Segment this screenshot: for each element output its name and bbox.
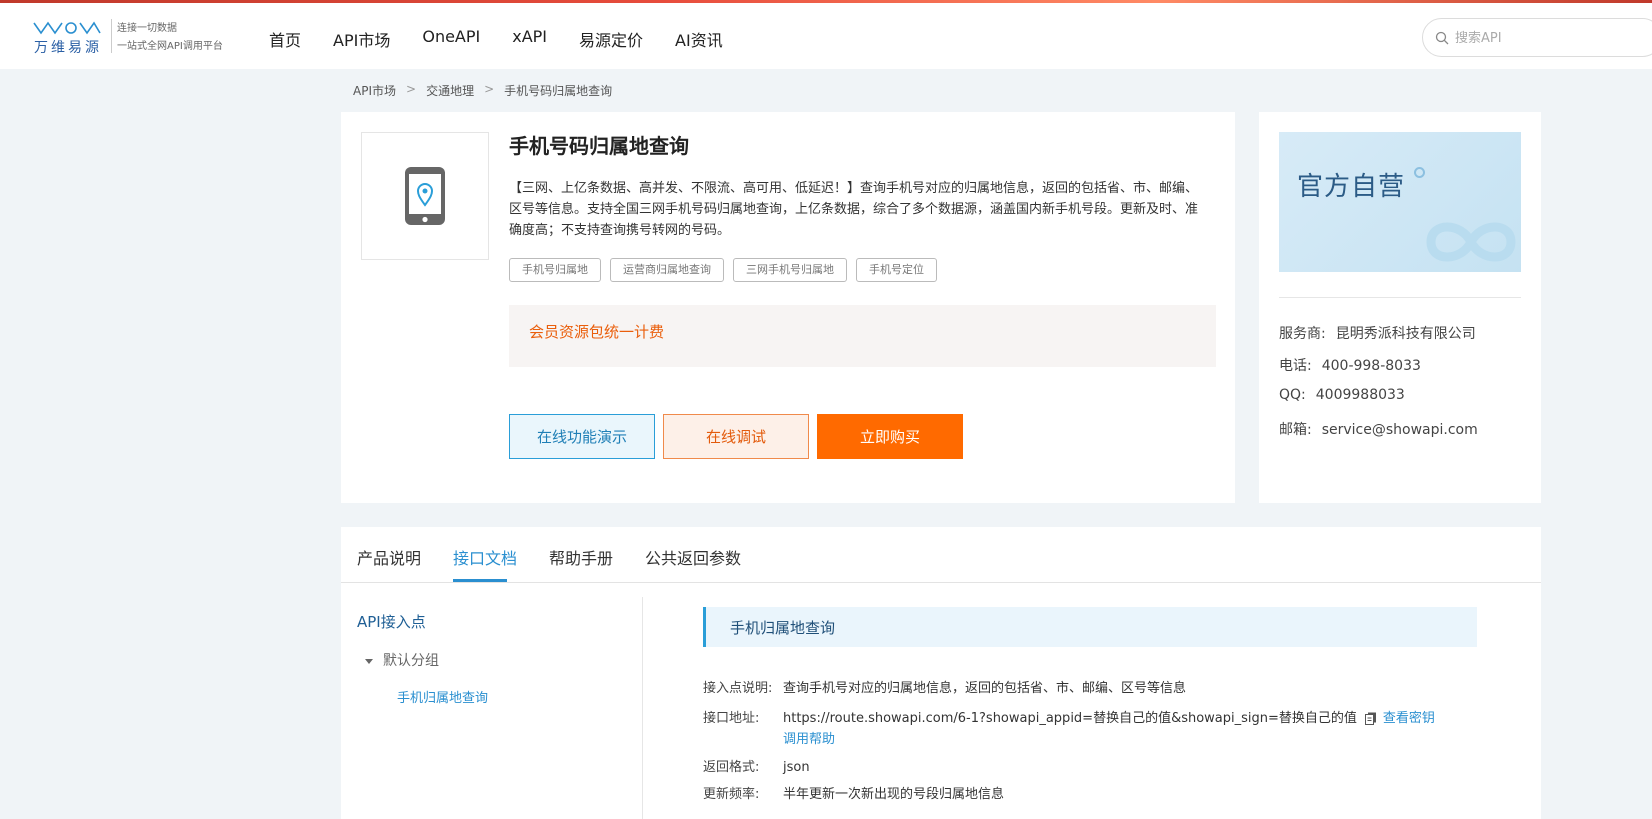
active-tab-indicator xyxy=(453,579,507,582)
breadcrumb-current: 手机号码归属地查询 xyxy=(504,84,613,98)
endpoint-desc-row: 接入点说明: 查询手机号对应的归属地信息，返回的包括省、市、邮编、区号等信息 xyxy=(703,677,1186,696)
product-image xyxy=(361,132,489,260)
logo-tagline-1: 连接一切数据 xyxy=(117,23,177,34)
product-tags: 手机号归属地 运营商归属地查询 三网手机号归属地 手机号定位 xyxy=(509,258,937,282)
update-frequency: 半年更新一次新出现的号段归属地信息 xyxy=(783,787,1005,802)
logo-divider xyxy=(111,19,112,53)
default-group-toggle[interactable]: 默认分组 xyxy=(365,650,439,670)
logo-tagline-2: 一站式全网API调用平台 xyxy=(117,41,223,52)
row-label: 返回格式: xyxy=(703,760,760,775)
info-label: 电话: xyxy=(1279,358,1312,374)
row-label: 接口地址: xyxy=(703,711,760,726)
provider-email-row: 邮箱: service@showapi.com xyxy=(1279,419,1478,439)
provider-name-row: 服务商: 昆明秀派科技有限公司 xyxy=(1279,323,1476,343)
product-title: 手机号码归属地查询 xyxy=(509,134,689,158)
nav-home[interactable]: 首页 xyxy=(269,27,301,51)
info-label: 邮箱: xyxy=(1279,422,1312,438)
buy-now-button[interactable]: 立即购买 xyxy=(817,414,963,459)
provider-qq: 4009988033 xyxy=(1315,387,1405,403)
return-format-row: 返回格式: json xyxy=(703,756,810,775)
breadcrumb: API市场 > 交通地理 > 手机号码归属地查询 xyxy=(353,82,612,99)
main-nav: 首页 API市场 OneAPI xAPI 易源定价 AI资讯 xyxy=(269,27,723,51)
site-logo[interactable]: 万维易源 连接一切数据 一站式全网API调用平台 xyxy=(32,17,232,57)
doc-tabs: 产品说明 接口文档 帮助手册 公共返回参数 xyxy=(341,527,1541,583)
info-label: 服务商: xyxy=(1279,326,1326,342)
tab-help-manual[interactable]: 帮助手册 xyxy=(549,545,613,569)
nav-oneapi[interactable]: OneAPI xyxy=(422,27,480,51)
online-demo-button[interactable]: 在线功能演示 xyxy=(509,414,655,459)
copy-icon[interactable] xyxy=(1364,712,1377,725)
call-help-link[interactable]: 调用帮助 xyxy=(783,732,835,747)
endpoint-title: 手机归属地查询 xyxy=(730,619,836,637)
banner-dot xyxy=(1414,167,1425,178)
banner-text: 官方自营 xyxy=(1297,172,1406,202)
tab-product-intro[interactable]: 产品说明 xyxy=(357,545,421,569)
breadcrumb-separator: > xyxy=(406,82,417,96)
documentation-card: 产品说明 接口文档 帮助手册 公共返回参数 API接入点 默认分组 手机归属地查… xyxy=(341,527,1541,819)
tab-common-return-params[interactable]: 公共返回参数 xyxy=(645,545,741,569)
provider-phone-row: 电话: 400-998-8033 xyxy=(1279,355,1421,375)
breadcrumb-category[interactable]: 交通地理 xyxy=(426,82,474,99)
divider xyxy=(1279,297,1521,298)
caret-down-icon xyxy=(365,658,373,664)
view-key-link[interactable]: 查看密钥 xyxy=(1383,711,1435,726)
endpoint-url: https://route.showapi.com/6-1?showapi_ap… xyxy=(783,711,1357,726)
logo-name: 万维易源 xyxy=(34,40,102,56)
search-icon[interactable] xyxy=(1435,31,1449,45)
nav-ai-news[interactable]: AI资讯 xyxy=(675,27,723,51)
api-endpoints-title: API接入点 xyxy=(357,613,426,631)
group-label: 默认分组 xyxy=(383,653,439,669)
info-label: QQ: xyxy=(1279,387,1306,403)
provider-email: service@showapi.com xyxy=(1321,422,1478,438)
update-frequency-row: 更新频率: 半年更新一次新出现的号段归属地信息 xyxy=(703,783,1004,802)
online-debug-button[interactable]: 在线调试 xyxy=(663,414,809,459)
row-label: 更新频率: xyxy=(703,787,760,802)
tab-api-docs[interactable]: 接口文档 xyxy=(453,545,517,569)
doc-divider xyxy=(642,597,643,819)
endpoint-header: 手机归属地查询 xyxy=(703,607,1477,647)
search-input[interactable] xyxy=(1455,27,1645,49)
tag[interactable]: 三网手机号归属地 xyxy=(733,258,847,282)
return-format: json xyxy=(783,760,810,775)
provider-phone: 400-998-8033 xyxy=(1321,358,1421,374)
site-header: 万维易源 连接一切数据 一站式全网API调用平台 首页 API市场 OneAPI… xyxy=(0,3,1652,69)
provider-qq-row: QQ: 4009988033 xyxy=(1279,387,1405,403)
product-card: 手机号码归属地查询 【三网、上亿条数据、高并发、不限流、高可用、低延迟！】查询手… xyxy=(341,112,1235,503)
nav-api-market[interactable]: API市场 xyxy=(333,27,390,51)
call-help-row: 调用帮助 xyxy=(783,728,835,747)
official-banner: 官方自营 xyxy=(1279,132,1521,272)
logo-wave-icon xyxy=(33,21,101,35)
tag[interactable]: 手机号定位 xyxy=(856,258,937,282)
pricing-box: 会员资源包统一计费 xyxy=(509,305,1216,367)
nav-xapi[interactable]: xAPI xyxy=(512,27,547,51)
provider-card: 官方自营 服务商: 昆明秀派科技有限公司 电话: 400-998-8033 QQ: 4… xyxy=(1259,112,1541,503)
endpoint-description: 查询手机号对应的归属地信息，返回的包括省、市、邮编、区号等信息 xyxy=(783,681,1187,696)
infinity-icon xyxy=(1426,222,1516,262)
breadcrumb-separator: > xyxy=(484,82,495,96)
pricing-text: 会员资源包统一计费 xyxy=(529,323,665,341)
product-description: 【三网、上亿条数据、高并发、不限流、高可用、低延迟！】查询手机号对应的归属地信息… xyxy=(509,181,1199,238)
breadcrumb-api-market[interactable]: API市场 xyxy=(353,82,396,99)
provider-name: 昆明秀派科技有限公司 xyxy=(1335,326,1476,342)
tag[interactable]: 运营商归属地查询 xyxy=(610,258,724,282)
row-label: 接入点说明: xyxy=(703,681,773,696)
tag[interactable]: 手机号归属地 xyxy=(509,258,601,282)
search-box xyxy=(1422,18,1652,57)
nav-pricing[interactable]: 易源定价 xyxy=(579,27,643,51)
endpoint-url-row: 接口地址: https://route.showapi.com/6-1?showa… xyxy=(703,707,1435,726)
phone-location-icon xyxy=(405,167,445,225)
endpoint-link[interactable]: 手机归属地查询 xyxy=(397,687,488,706)
